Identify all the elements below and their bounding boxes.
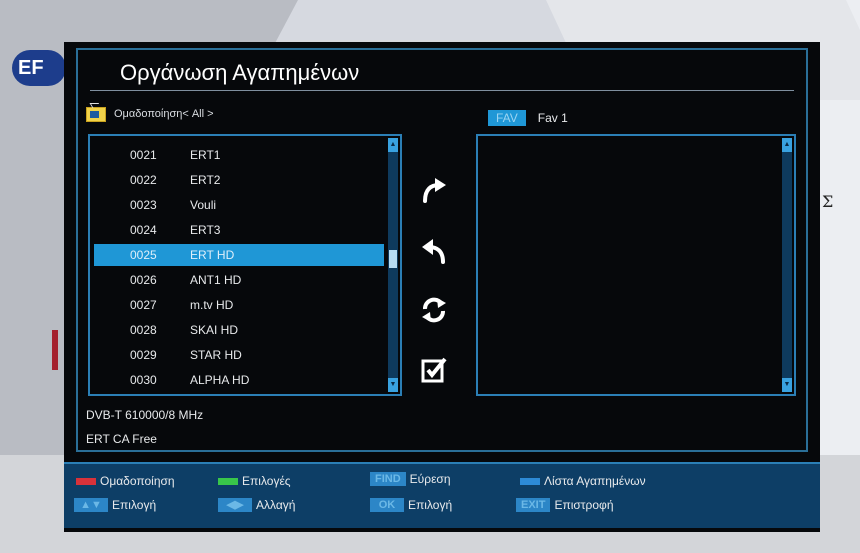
- favorites-list-scrollbar[interactable]: ▲ ▼: [782, 138, 792, 392]
- list-item[interactable]: 0023 Vouli: [94, 194, 384, 216]
- list-item[interactable]: 0022 ERT2: [94, 169, 384, 191]
- channel-number: 0027: [130, 298, 157, 312]
- channel-list-scrollbar[interactable]: ▲ ▼: [388, 138, 398, 392]
- list-item[interactable]: 0027 m.tv HD: [94, 294, 384, 316]
- list-item[interactable]: 0021 ERT1: [94, 144, 384, 166]
- blue-key-hint: Λίστα Αγαπημένων: [520, 474, 646, 488]
- tv-icon: [86, 106, 106, 122]
- leftright-key-label: Αλλαγή: [256, 498, 296, 512]
- channel-name: ANT1 HD: [190, 273, 242, 287]
- action-buttons: [414, 170, 462, 410]
- title-divider: [90, 90, 794, 91]
- channel-number: 0025: [130, 248, 157, 262]
- leftright-key-icon: ◀▶: [218, 498, 252, 512]
- background-red-mark: [52, 330, 58, 370]
- channel-name: m.tv HD: [190, 298, 234, 312]
- background-glyph: Σ: [822, 192, 834, 211]
- find-key-hint: FIND Εύρεση: [370, 472, 451, 486]
- red-key-icon: [76, 477, 96, 485]
- remove-from-favorites-button[interactable]: [414, 230, 454, 270]
- red-key-label: Ομαδοποίηση: [100, 474, 175, 488]
- channel-number: 0022: [130, 173, 157, 187]
- page-title: Οργάνωση Αγαπημένων: [120, 60, 360, 85]
- scroll-up-icon[interactable]: ▲: [782, 138, 792, 152]
- edit-check-icon: [421, 357, 447, 383]
- blue-key-label: Λίστα Αγαπημένων: [544, 474, 646, 488]
- channel-name: ERT3: [190, 223, 221, 237]
- tuner-info: DVB-T 610000/8 MHz: [86, 408, 204, 422]
- channel-number: 0023: [130, 198, 157, 212]
- ert-logo: EF: [12, 50, 66, 86]
- channel-number: 0028: [130, 323, 157, 337]
- channel-name: Vouli: [190, 198, 217, 212]
- list-item[interactable]: 0029 STAR HD: [94, 344, 384, 366]
- undo-arrow-icon: [422, 239, 445, 264]
- exit-key-hint: EXIT Επιστροφή: [516, 498, 614, 512]
- ok-key-icon: OK: [370, 498, 404, 512]
- channel-number: 0021: [130, 148, 157, 162]
- updown-key-label: Επιλογή: [112, 498, 157, 512]
- favorite-group-header[interactable]: FAV Fav 1: [488, 110, 568, 126]
- channel-number: 0024: [130, 223, 157, 237]
- channel-name: ERT HD: [190, 248, 235, 262]
- green-key-label: Επιλογές: [242, 474, 291, 488]
- find-key-icon: FIND: [370, 472, 406, 486]
- list-item[interactable]: 0030 ALPHA HD: [94, 369, 384, 391]
- exit-key-label: Επιστροφή: [554, 498, 614, 512]
- channel-name: STAR HD: [190, 348, 242, 362]
- favorites-organizer-window: Οργάνωση Αγαπημένων Ομαδοποίηση< All > 0…: [64, 42, 820, 532]
- scroll-up-icon[interactable]: ▲: [388, 138, 398, 152]
- group-label: Ομαδοποίηση< All >: [114, 108, 214, 120]
- fav-group-label: Fav 1: [537, 111, 568, 125]
- green-key-icon: [218, 477, 238, 485]
- list-item-selected[interactable]: 0025 ERT HD: [94, 244, 384, 266]
- list-item[interactable]: 0028 SKAI HD: [94, 319, 384, 341]
- channel-number: 0030: [130, 373, 157, 387]
- channel-name: ALPHA HD: [190, 373, 250, 387]
- updown-key-hint: ▲▼ Επιλογή: [74, 498, 156, 512]
- list-item[interactable]: 0024 ERT3: [94, 219, 384, 241]
- channel-list[interactable]: 0021 ERT1 0022 ERT2 0023 Vouli 0024 ERT3 002…: [88, 134, 402, 396]
- list-item[interactable]: 0026 ANT1 HD: [94, 269, 384, 291]
- fav-badge: FAV: [488, 110, 526, 126]
- scrollbar-thumb[interactable]: [389, 250, 397, 268]
- favorites-list[interactable]: ▲ ▼: [476, 134, 796, 396]
- group-selector[interactable]: Ομαδοποίηση< All >: [86, 104, 214, 124]
- swap-button[interactable]: [414, 290, 454, 330]
- channel-ca-info: ERT CA Free: [86, 432, 157, 446]
- edit-button[interactable]: [414, 350, 454, 390]
- scroll-down-icon[interactable]: ▼: [782, 378, 792, 392]
- swap-refresh-icon: [422, 297, 446, 323]
- add-to-favorites-button[interactable]: [414, 170, 454, 210]
- channel-number: 0029: [130, 348, 157, 362]
- green-key-hint: Επιλογές: [218, 474, 291, 488]
- channel-name: SKAI HD: [190, 323, 239, 337]
- scroll-down-icon[interactable]: ▼: [388, 378, 398, 392]
- exit-key-icon: EXIT: [516, 498, 551, 512]
- updown-key-icon: ▲▼: [74, 498, 108, 512]
- channel-name: ERT1: [190, 148, 221, 162]
- find-key-label: Εύρεση: [409, 472, 451, 486]
- key-help-bar: Ομαδοποίηση Επιλογές FIND Εύρεση Λίστα Α…: [64, 462, 820, 528]
- ok-key-label: Επιλογή: [408, 498, 453, 512]
- leftright-key-hint: ◀▶ Αλλαγή: [218, 498, 295, 512]
- blue-key-icon: [520, 477, 540, 485]
- channel-name: ERT2: [190, 173, 221, 187]
- ok-key-hint: OK Επιλογή: [370, 498, 452, 512]
- channel-number: 0026: [130, 273, 157, 287]
- redo-arrow-icon: [423, 178, 446, 203]
- red-key-hint: Ομαδοποίηση: [76, 474, 175, 488]
